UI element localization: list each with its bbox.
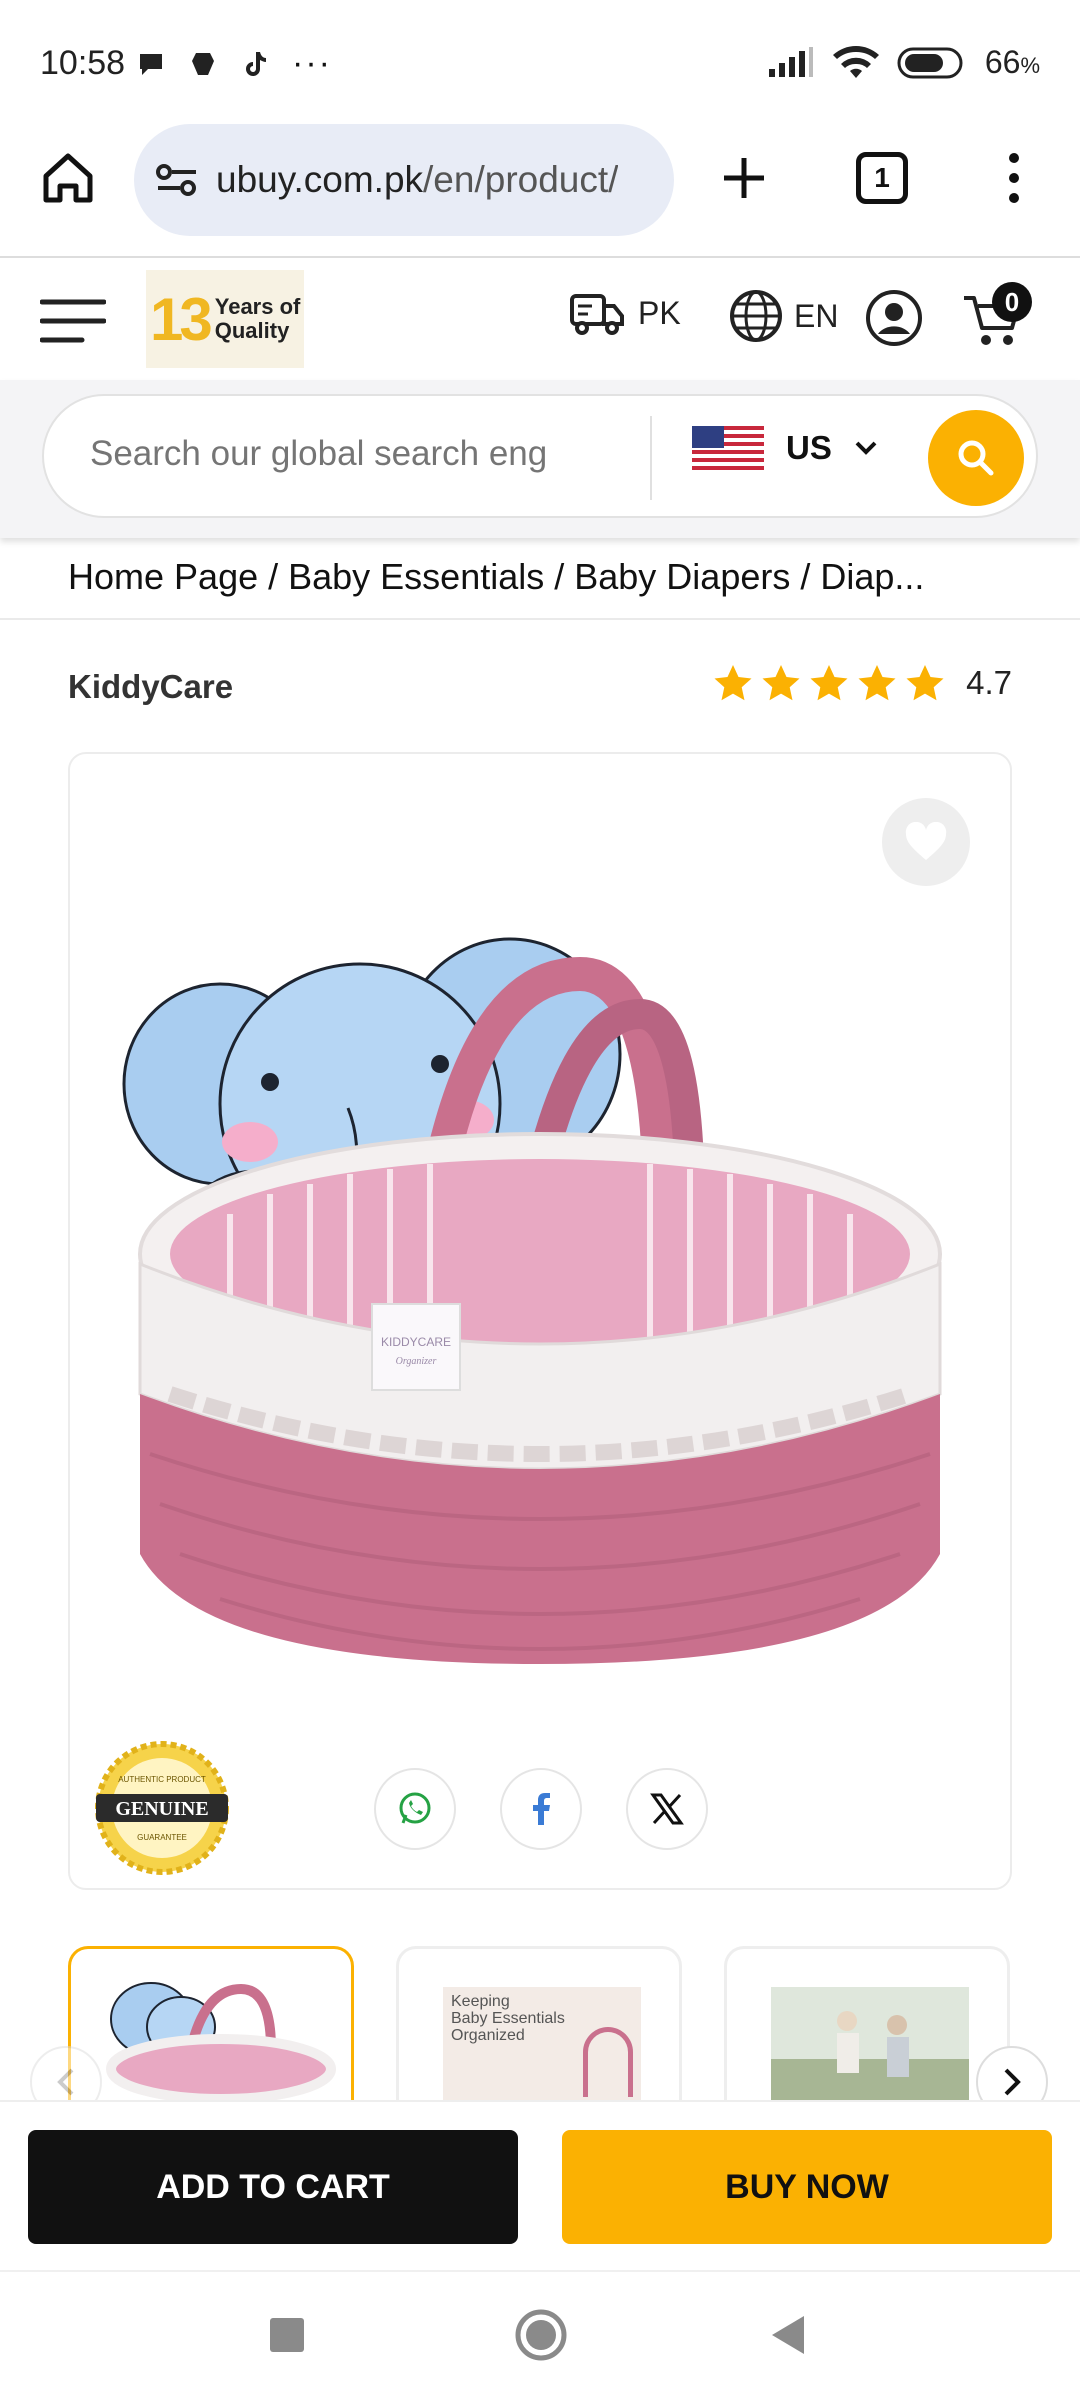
product-brand[interactable]: KiddyCare (68, 668, 233, 706)
cart-count-badge: 0 (992, 282, 1032, 322)
account-icon[interactable] (864, 288, 924, 348)
star-icon (714, 665, 752, 701)
site-settings-icon[interactable] (154, 160, 200, 200)
star-icon (906, 665, 944, 701)
status-right: 66% (767, 44, 1040, 81)
thumbnail-image: Keeping Baby Essentials Organized (443, 1987, 641, 2106)
share-whatsapp-button[interactable] (374, 1768, 456, 1850)
svg-text:GENUINE: GENUINE (115, 1798, 208, 1820)
product-rating[interactable]: 4.7 (712, 662, 1012, 704)
breadcrumb[interactable]: Home Page / Baby Essentials / Baby Diape… (68, 556, 1018, 598)
x-twitter-icon (650, 1793, 684, 1825)
search-input[interactable] (90, 434, 660, 474)
search-icon (958, 440, 994, 476)
genuine-guarantee-badge: GENUINE AUTHENTIC PRODUCT GUARANTEE (95, 1741, 229, 1875)
app-notification-icon (192, 52, 214, 75)
recent-apps-button[interactable] (270, 2318, 304, 2352)
language-label: EN (794, 297, 839, 334)
basket-tag-brand: KIDDYCARE (381, 1335, 451, 1349)
more-options-icon[interactable] (996, 150, 1032, 206)
globe-icon (730, 290, 782, 342)
thumbnail-1[interactable] (68, 1946, 354, 2106)
logo-text: Years of Quality (214, 294, 301, 343)
search-button[interactable] (928, 410, 1024, 506)
rating-value: 4.7 (966, 664, 1012, 701)
divider (0, 618, 1080, 620)
thumbnail-image (106, 1982, 336, 2104)
new-tab-icon[interactable] (718, 152, 770, 204)
delivery-truck-icon (570, 294, 624, 335)
address-bar[interactable]: ubuy.com.pk/en/product/ (134, 124, 674, 236)
basket-tag-subtitle: Organizer (396, 1356, 437, 1367)
buy-now-button[interactable]: BUY NOW (562, 2130, 1052, 2244)
thumbnail-2[interactable]: Keeping Baby Essentials Organized (396, 1946, 682, 2106)
more-notifications-icon: ··· (292, 44, 332, 82)
share-x-button[interactable] (626, 1768, 708, 1850)
rating-stars (712, 662, 946, 704)
svg-text:GUARANTEE: GUARANTEE (137, 1833, 187, 1842)
thumbnail-3[interactable] (724, 1946, 1010, 2106)
logo-number: 13 (150, 285, 213, 353)
star-icon (762, 665, 800, 701)
status-bar: 10:58 ··· 66% (0, 0, 1080, 120)
chevron-down-icon (855, 441, 877, 455)
home-icon[interactable] (40, 150, 96, 206)
status-time: 10:58 (40, 44, 126, 82)
search-country-label: US (786, 429, 832, 466)
system-navigation-bar (0, 2270, 1080, 2400)
bottom-action-bar: ADD TO CART BUY NOW (0, 2100, 1080, 2270)
chevron-left-icon (57, 2068, 74, 2096)
notification-icons: ··· (136, 44, 332, 83)
chevron-right-icon (1004, 2068, 1021, 2096)
shipping-country-label: PK (638, 294, 681, 331)
search-country-selector[interactable]: US (692, 426, 878, 470)
tab-count: 1 (874, 162, 890, 193)
battery-level: 66% (984, 44, 1040, 80)
site-header: 13 Years of Quality PK EN 0 (0, 258, 1080, 380)
tiktok-icon (246, 51, 266, 76)
battery-icon (897, 47, 963, 78)
heart-icon (905, 822, 947, 860)
home-button[interactable] (514, 2308, 568, 2362)
facebook-icon (533, 1793, 550, 1825)
language-selector[interactable]: EN (728, 288, 838, 344)
wishlist-button[interactable] (882, 798, 970, 886)
search-divider (650, 416, 652, 500)
add-to-cart-button[interactable]: ADD TO CART (28, 2130, 518, 2244)
whatsapp-icon (399, 1792, 431, 1824)
star-icon (858, 665, 896, 701)
search-area: US (0, 380, 1080, 538)
svg-text:AUTHENTIC PRODUCT: AUTHENTIC PRODUCT (118, 1775, 206, 1784)
search-box: US (42, 394, 1038, 518)
us-flag-icon (692, 426, 764, 470)
hamburger-menu-icon[interactable] (40, 298, 106, 344)
browser-toolbar: ubuy.com.pk/en/product/ 1 (0, 120, 1080, 258)
wifi-icon (832, 45, 879, 78)
url-text[interactable]: ubuy.com.pk/en/product/ (216, 159, 618, 201)
site-logo[interactable]: 13 Years of Quality (146, 270, 304, 368)
chat-bubble-icon (140, 53, 162, 75)
cart-button[interactable]: 0 (960, 282, 1050, 354)
tab-switcher-button[interactable]: 1 (856, 152, 908, 204)
signal-icon (768, 46, 813, 77)
thumbnail-image (771, 1987, 969, 2106)
shipping-country-selector[interactable]: PK (568, 288, 681, 338)
share-facebook-button[interactable] (500, 1768, 582, 1850)
product-image-card: KIDDYCARE Organizer GENUINE AUTHENTIC PR… (68, 752, 1012, 1890)
product-image: KIDDYCARE Organizer (122, 937, 942, 1664)
back-button[interactable] (770, 2314, 806, 2356)
star-icon (810, 665, 848, 701)
